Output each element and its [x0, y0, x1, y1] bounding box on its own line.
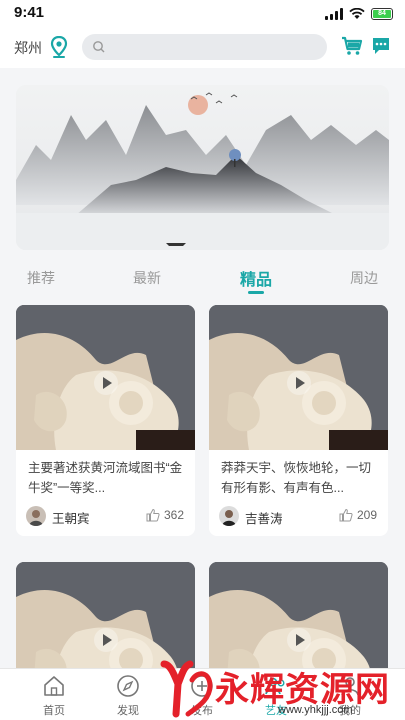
status-time: 9:41 [14, 4, 45, 21]
search-icon [93, 41, 105, 53]
play-icon[interactable] [287, 371, 311, 395]
avatar[interactable] [219, 506, 239, 526]
header: 郑州 [0, 28, 405, 68]
nav-home[interactable]: 首页 [24, 669, 84, 720]
content-card[interactable] [209, 562, 388, 682]
play-icon[interactable] [94, 628, 118, 652]
like-count: 209 [357, 508, 378, 522]
search-input[interactable] [110, 34, 320, 60]
card-title: 主要著述获黄河流域图书“金牛奖”一等奖... [28, 461, 183, 495]
nav-label: 艺友 [265, 705, 287, 717]
tab-latest[interactable]: 最新 [133, 268, 161, 288]
card-thumbnail[interactable] [209, 562, 388, 682]
content-card[interactable]: 主要著述获黄河流域图书“金牛奖”一等奖... 王朝宾 362 [16, 305, 195, 536]
card-thumbnail[interactable] [209, 305, 388, 450]
card-meta: 王朝宾 362 [16, 498, 195, 536]
home-icon [44, 676, 64, 696]
thumbs-up-icon[interactable] [339, 508, 353, 522]
nav-profile[interactable]: 我的 [320, 669, 380, 720]
like-count: 362 [164, 508, 185, 522]
tab-featured[interactable]: 精品 [240, 266, 272, 290]
active-tab-indicator [248, 291, 264, 294]
battery-level: 84 [373, 10, 391, 18]
friends-icon [265, 677, 285, 695]
status-icons: 84 [325, 6, 393, 22]
nav-publish[interactable]: 发布 [172, 669, 232, 720]
city-selector[interactable]: 郑州 [14, 38, 42, 58]
banner-carousel[interactable] [16, 85, 389, 250]
content-card[interactable] [16, 562, 195, 682]
ivory-carving-image [16, 562, 195, 682]
search-box[interactable] [82, 34, 327, 60]
author-name[interactable]: 王朝宾 [52, 508, 90, 527]
compass-icon [117, 675, 139, 697]
status-bar: 9:41 84 [0, 0, 405, 28]
category-tabs: 推荐 最新 精品 周边 [0, 262, 405, 298]
nav-friends[interactable]: 艺友 [246, 669, 306, 720]
location-pin-icon[interactable] [50, 36, 68, 58]
bottom-nav: 首页 发现 发布 艺友 我的 [0, 668, 405, 720]
card-thumbnail[interactable] [16, 305, 195, 450]
signal-icon [325, 8, 343, 20]
card-thumbnail[interactable] [16, 562, 195, 682]
tab-recommend[interactable]: 推荐 [27, 268, 55, 288]
nav-label: 我的 [339, 705, 361, 717]
wifi-icon [349, 8, 365, 19]
nav-label: 发布 [191, 705, 213, 717]
avatar[interactable] [26, 506, 46, 526]
author-name[interactable]: 吉善涛 [245, 508, 283, 527]
battery-icon: 84 [371, 8, 393, 20]
profile-icon [341, 677, 359, 696]
tab-nearby[interactable]: 周边 [350, 268, 378, 288]
card-title: 莽莽天宇、恢恢地轮，一切有形有影、有声有色... [221, 461, 372, 495]
thumbs-up-icon[interactable] [146, 508, 160, 522]
play-icon[interactable] [287, 628, 311, 652]
banner-landscape-painting [16, 85, 389, 250]
ivory-carving-image [209, 562, 388, 682]
nav-label: 首页 [43, 705, 65, 717]
publish-icon [191, 675, 213, 697]
card-meta: 吉善涛 209 [209, 498, 388, 536]
play-icon[interactable] [94, 371, 118, 395]
nav-label: 发现 [117, 705, 139, 717]
cart-icon[interactable] [341, 35, 363, 57]
nav-discover[interactable]: 发现 [98, 669, 158, 720]
message-icon[interactable] [371, 36, 391, 56]
content-card[interactable]: 莽莽天宇、恢恢地轮，一切有形有影、有声有色... 吉善涛 209 [209, 305, 388, 536]
